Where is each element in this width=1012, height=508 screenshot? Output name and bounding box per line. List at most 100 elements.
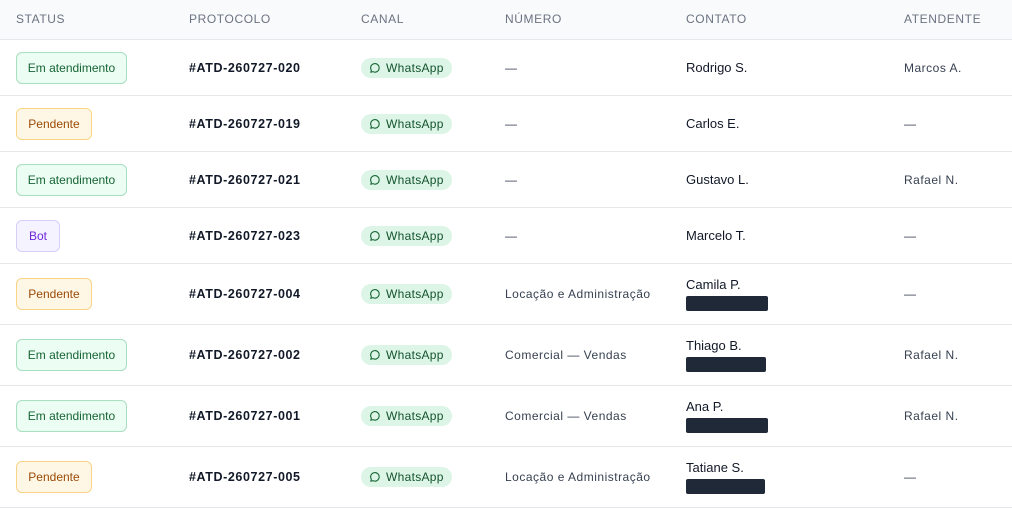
column-header-status[interactable]: STATUS <box>16 12 65 26</box>
channel-cell: WhatsApp <box>361 447 452 507</box>
channel-label: WhatsApp <box>386 228 444 243</box>
status-cell: Em atendimento <box>16 325 127 385</box>
status-badge[interactable]: Em atendimento <box>16 51 127 84</box>
contact-name[interactable]: Thiago B. <box>686 338 742 353</box>
table-row[interactable]: Em atendimento #ATD-260727-020 WhatsApp … <box>0 40 1012 96</box>
contact-name[interactable]: Carlos E. <box>686 116 739 131</box>
channel-label: WhatsApp <box>386 287 444 301</box>
status-cell: Pendente <box>16 447 92 507</box>
channel-chip[interactable]: WhatsApp <box>361 169 452 190</box>
table-row[interactable]: Bot #ATD-260727-023 WhatsApp — Marcelo T… <box>0 208 1012 264</box>
channel-label: WhatsApp <box>386 116 444 131</box>
whatsapp-icon <box>369 118 381 130</box>
column-header-contact[interactable]: CONTATO <box>686 12 747 26</box>
table-row[interactable]: Pendente #ATD-260727-004 WhatsApp Locaçã… <box>0 264 1012 325</box>
whatsapp-icon <box>369 349 381 361</box>
channel-label: WhatsApp <box>386 470 444 484</box>
number-cell: Comercial — Vendas <box>505 348 627 362</box>
number-cell: Locação e Administração <box>505 287 651 301</box>
contact-name[interactable]: Marcelo T. <box>686 228 746 243</box>
protocol-cell[interactable]: #ATD-260727-020 <box>189 40 301 95</box>
whatsapp-icon <box>369 230 381 242</box>
status-cell: Pendente <box>16 264 92 324</box>
contact-name[interactable]: Ana P. <box>686 399 723 414</box>
agent-cell: — <box>904 470 917 484</box>
contact-name[interactable]: Tatiane S. <box>686 460 744 475</box>
status-badge[interactable]: Pendente <box>16 461 92 493</box>
agent-cell: Marcos A. <box>904 60 962 75</box>
status-badge[interactable]: Em atendimento <box>16 163 127 196</box>
channel-label: WhatsApp <box>386 172 444 187</box>
whatsapp-icon <box>369 410 381 422</box>
redacted-phone <box>686 418 768 433</box>
number-cell: — <box>505 228 518 243</box>
table-row[interactable]: Pendente #ATD-260727-019 WhatsApp — Carl… <box>0 96 1012 152</box>
whatsapp-icon <box>369 62 381 74</box>
column-header-number[interactable]: NÚMERO <box>505 12 562 26</box>
table-row[interactable]: Em atendimento #ATD-260727-021 WhatsApp … <box>0 152 1012 208</box>
agent-cell: Rafael N. <box>904 409 959 423</box>
channel-cell: WhatsApp <box>361 325 452 385</box>
channel-cell: WhatsApp <box>361 40 452 95</box>
whatsapp-icon <box>369 288 381 300</box>
channel-chip[interactable]: WhatsApp <box>361 406 452 426</box>
table-row[interactable]: Pendente #ATD-260727-005 WhatsApp Locaçã… <box>0 447 1012 508</box>
status-badge[interactable]: Pendente <box>16 278 92 310</box>
column-header-agent[interactable]: ATENDENTE <box>904 12 981 26</box>
contact-cell: Rodrigo S. <box>686 40 747 95</box>
contact-cell: Ana P. <box>686 386 768 446</box>
status-badge[interactable]: Em atendimento <box>16 339 127 371</box>
status-badge[interactable]: Pendente <box>16 107 92 140</box>
channel-chip[interactable]: WhatsApp <box>361 345 452 365</box>
table-body: Em atendimento #ATD-260727-020 WhatsApp … <box>0 40 1012 508</box>
protocol-cell[interactable]: #ATD-260727-005 <box>189 447 301 507</box>
table-row[interactable]: Em atendimento #ATD-260727-001 WhatsApp … <box>0 386 1012 447</box>
redacted-phone <box>686 296 768 311</box>
contact-name[interactable]: Camila P. <box>686 277 741 292</box>
channel-chip[interactable]: WhatsApp <box>361 225 452 246</box>
tickets-table: STATUS PROTOCOLO CANAL NÚMERO CONTATO AT… <box>0 0 1012 508</box>
agent-cell: — <box>904 228 917 243</box>
channel-cell: WhatsApp <box>361 264 452 324</box>
redacted-phone <box>686 357 766 372</box>
number-cell: Locação e Administração <box>505 470 651 484</box>
channel-chip[interactable]: WhatsApp <box>361 467 452 487</box>
channel-label: WhatsApp <box>386 60 444 75</box>
protocol-cell[interactable]: #ATD-260727-021 <box>189 152 301 207</box>
agent-cell: Rafael N. <box>904 172 959 187</box>
protocol-cell[interactable]: #ATD-260727-001 <box>189 386 301 446</box>
contact-cell: Thiago B. <box>686 325 766 385</box>
contact-cell: Gustavo L. <box>686 152 749 207</box>
protocol-cell[interactable]: #ATD-260727-023 <box>189 208 301 263</box>
number-cell: — <box>505 60 518 75</box>
status-cell: Em atendimento <box>16 386 127 446</box>
channel-chip[interactable]: WhatsApp <box>361 113 452 134</box>
contact-name[interactable]: Rodrigo S. <box>686 60 747 75</box>
contact-cell: Tatiane S. <box>686 447 765 507</box>
agent-cell: Rafael N. <box>904 348 959 362</box>
protocol-cell[interactable]: #ATD-260727-019 <box>189 96 301 151</box>
channel-cell: WhatsApp <box>361 96 452 151</box>
status-cell: Em atendimento <box>16 152 127 207</box>
channel-cell: WhatsApp <box>361 386 452 446</box>
protocol-cell[interactable]: #ATD-260727-004 <box>189 264 301 324</box>
contact-name[interactable]: Gustavo L. <box>686 172 749 187</box>
status-badge[interactable]: Em atendimento <box>16 400 127 432</box>
status-badge[interactable]: Bot <box>16 219 60 252</box>
table-row[interactable]: Em atendimento #ATD-260727-002 WhatsApp … <box>0 325 1012 386</box>
contact-cell: Carlos E. <box>686 96 739 151</box>
table-header: STATUS PROTOCOLO CANAL NÚMERO CONTATO AT… <box>0 0 1012 40</box>
column-header-channel[interactable]: CANAL <box>361 12 404 26</box>
channel-chip[interactable]: WhatsApp <box>361 284 452 304</box>
channel-cell: WhatsApp <box>361 208 452 263</box>
status-cell: Pendente <box>16 96 92 151</box>
protocol-cell[interactable]: #ATD-260727-002 <box>189 325 301 385</box>
redacted-phone <box>686 479 765 494</box>
channel-cell: WhatsApp <box>361 152 452 207</box>
agent-cell: — <box>904 116 917 131</box>
column-header-protocol[interactable]: PROTOCOLO <box>189 12 271 26</box>
channel-label: WhatsApp <box>386 348 444 362</box>
whatsapp-icon <box>369 471 381 483</box>
number-cell: — <box>505 172 518 187</box>
channel-chip[interactable]: WhatsApp <box>361 57 452 78</box>
